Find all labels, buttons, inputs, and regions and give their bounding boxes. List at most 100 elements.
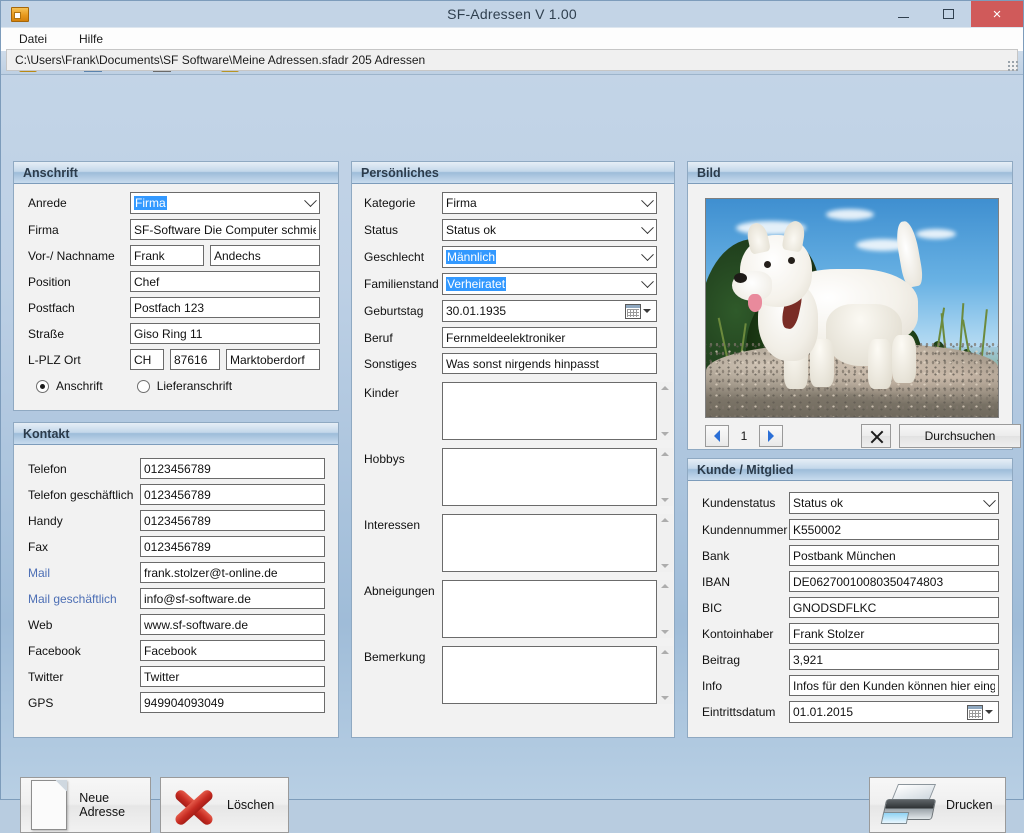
status-select[interactable]: Status ok bbox=[442, 219, 657, 241]
vorname-input[interactable] bbox=[130, 245, 204, 266]
interessen-scrollbar[interactable] bbox=[657, 514, 673, 572]
beruf-input[interactable] bbox=[442, 327, 657, 348]
menu-item-datei[interactable]: Datei bbox=[15, 30, 51, 48]
scroll-down-icon[interactable] bbox=[660, 563, 670, 569]
facebook-input[interactable] bbox=[140, 640, 325, 661]
scroll-up-icon[interactable] bbox=[660, 451, 670, 457]
chevron-down-icon bbox=[638, 220, 656, 235]
minimize-icon bbox=[898, 16, 909, 18]
label-sonstiges: Sonstiges bbox=[364, 356, 417, 371]
label-mail[interactable]: Mail bbox=[28, 566, 140, 580]
print-button[interactable]: Drucken bbox=[869, 777, 1006, 833]
label-interessen: Interessen bbox=[364, 518, 421, 532]
delete-button[interactable]: Löschen bbox=[160, 777, 289, 833]
bemerkung-textarea[interactable] bbox=[442, 646, 657, 704]
title-bar[interactable]: SF-Adressen V 1.00 × bbox=[1, 1, 1023, 27]
bic-input[interactable] bbox=[789, 597, 999, 618]
land-input[interactable] bbox=[130, 349, 164, 370]
label-geschlecht: Geschlecht bbox=[364, 250, 425, 264]
scroll-up-icon[interactable] bbox=[660, 649, 670, 655]
twitter-input[interactable] bbox=[140, 666, 325, 687]
label-mail-geschaeftlich[interactable]: Mail geschäftlich bbox=[28, 592, 140, 606]
radio-lieferanschrift[interactable] bbox=[136, 379, 150, 393]
photo-next-button[interactable] bbox=[759, 425, 783, 447]
web-input[interactable] bbox=[140, 614, 325, 635]
maximize-button[interactable] bbox=[926, 1, 971, 27]
abneigungen-textarea[interactable] bbox=[442, 580, 657, 638]
familienstand-select[interactable]: Verheiratet bbox=[442, 273, 657, 295]
geburtstag-datepicker[interactable]: 30.01.1935 bbox=[442, 300, 657, 322]
eintrittsdatum-datepicker[interactable]: 01.01.2015 bbox=[789, 701, 999, 723]
strasse-input[interactable] bbox=[130, 323, 320, 344]
minimize-button[interactable] bbox=[881, 1, 926, 27]
photo-browse-button[interactable]: Durchsuchen bbox=[899, 424, 1021, 448]
nachname-input[interactable] bbox=[210, 245, 320, 266]
label-iban: IBAN bbox=[702, 574, 731, 589]
scroll-down-icon[interactable] bbox=[660, 431, 670, 437]
delete-label: Löschen bbox=[227, 798, 275, 812]
beitrag-input[interactable] bbox=[789, 649, 999, 670]
mail-geschaeftlich-input[interactable] bbox=[140, 588, 325, 609]
kundennummer-input[interactable] bbox=[789, 519, 999, 540]
bank-input[interactable] bbox=[789, 545, 999, 566]
label-abneigungen: Abneigungen bbox=[364, 584, 435, 598]
firma-input[interactable] bbox=[130, 219, 320, 240]
new-address-button[interactable]: Neue Adresse bbox=[20, 777, 151, 833]
label-firma: Firma bbox=[28, 222, 59, 237]
telefon-geschaeftlich-input[interactable] bbox=[140, 484, 325, 505]
label-beruf: Beruf bbox=[364, 330, 393, 345]
handy-input[interactable] bbox=[140, 510, 325, 531]
resize-grip[interactable] bbox=[1007, 60, 1019, 72]
menu-item-hilfe[interactable]: Hilfe bbox=[75, 30, 107, 48]
interessen-textarea[interactable] bbox=[442, 514, 657, 572]
position-input[interactable] bbox=[130, 271, 320, 292]
geschlecht-select[interactable]: Männlich bbox=[442, 246, 657, 268]
group-body-kunde-mitglied: Kundenstatus Status ok Kundennummer Bank… bbox=[688, 492, 1012, 723]
label-plz-ort: L-PLZ Ort bbox=[28, 352, 81, 367]
kategorie-select[interactable]: Firma bbox=[442, 192, 657, 214]
info-input[interactable] bbox=[789, 675, 999, 696]
hobbys-scrollbar[interactable] bbox=[657, 448, 673, 506]
telefon-input[interactable] bbox=[140, 458, 325, 479]
fax-input[interactable] bbox=[140, 536, 325, 557]
anrede-select[interactable]: Firma bbox=[130, 192, 320, 214]
abneigungen-field bbox=[442, 580, 673, 638]
scroll-down-icon[interactable] bbox=[660, 497, 670, 503]
menu-bar: Datei Hilfe bbox=[1, 27, 1023, 50]
radio-anschrift[interactable] bbox=[36, 379, 49, 393]
scroll-down-icon[interactable] bbox=[660, 629, 670, 635]
label-familienstand: Familienstand bbox=[364, 277, 439, 291]
mail-input[interactable] bbox=[140, 562, 325, 583]
photo-prev-button[interactable] bbox=[705, 425, 729, 447]
scroll-up-icon[interactable] bbox=[660, 583, 670, 589]
group-title-anschrift: Anschrift bbox=[14, 162, 338, 184]
postfach-input[interactable] bbox=[130, 297, 320, 318]
scroll-down-icon[interactable] bbox=[660, 695, 670, 701]
scroll-up-icon[interactable] bbox=[660, 385, 670, 391]
status-bar: C:\Users\Frank\Documents\SF Software\Mei… bbox=[6, 49, 1018, 71]
hobbys-textarea[interactable] bbox=[442, 448, 657, 506]
label-bic: BIC bbox=[702, 600, 723, 615]
photo-delete-button[interactable] bbox=[861, 424, 891, 448]
bemerkung-scrollbar[interactable] bbox=[657, 646, 673, 704]
sonstiges-input[interactable] bbox=[442, 353, 657, 374]
label-strasse: Straße bbox=[28, 326, 65, 341]
label-anrede: Anrede bbox=[28, 196, 67, 210]
label-geburtstag: Geburtstag bbox=[364, 304, 424, 318]
kundenstatus-select[interactable]: Status ok bbox=[789, 492, 999, 514]
red-x-icon bbox=[167, 781, 219, 829]
kontoinhaber-input[interactable] bbox=[789, 623, 999, 644]
contact-photo[interactable] bbox=[705, 198, 999, 418]
close-button[interactable]: × bbox=[971, 1, 1023, 27]
label-eintrittsdatum: Eintrittsdatum bbox=[702, 705, 776, 719]
maximize-icon bbox=[943, 9, 954, 19]
iban-input[interactable] bbox=[789, 571, 999, 592]
kinder-textarea[interactable] bbox=[442, 382, 657, 440]
ort-input[interactable] bbox=[226, 349, 320, 370]
scroll-up-icon[interactable] bbox=[660, 517, 670, 523]
plz-input[interactable] bbox=[170, 349, 220, 370]
kinder-scrollbar[interactable] bbox=[657, 382, 673, 440]
gps-input[interactable] bbox=[140, 692, 325, 713]
abneigungen-scrollbar[interactable] bbox=[657, 580, 673, 638]
triangle-left-icon bbox=[714, 430, 720, 442]
